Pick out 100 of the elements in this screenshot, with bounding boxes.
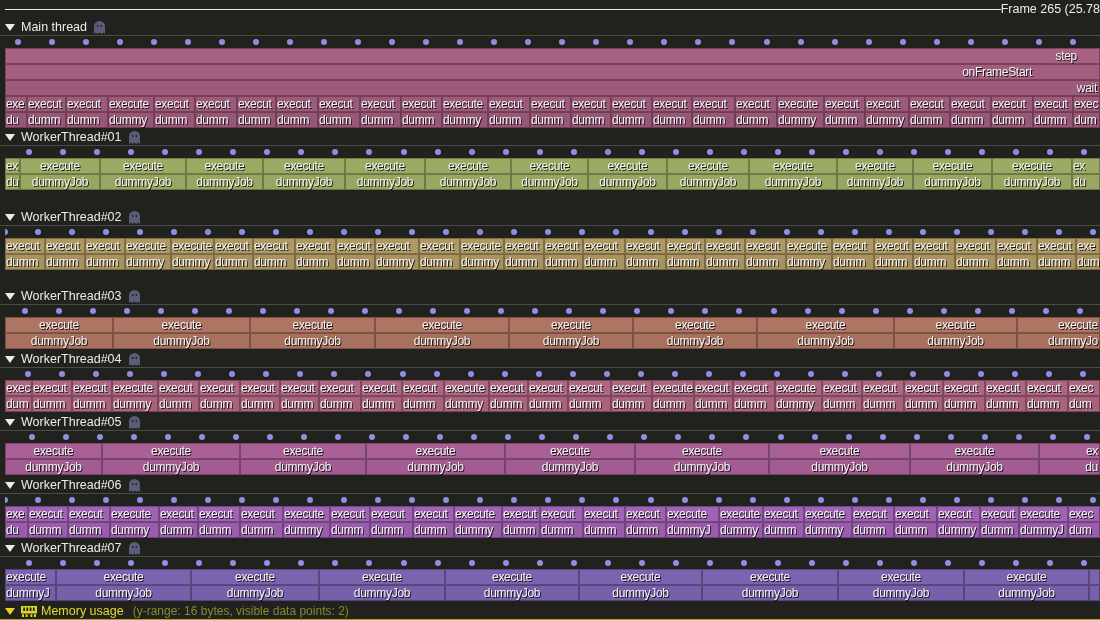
- zone-block[interactable]: execut: [583, 506, 625, 522]
- zone-block[interactable]: dummy: [375, 254, 419, 270]
- zone-block[interactable]: dumm: [336, 254, 375, 270]
- zone-block[interactable]: dumm: [295, 254, 336, 270]
- zone-block[interactable]: dummyJob: [345, 174, 425, 190]
- zone-block[interactable]: execute: [749, 158, 837, 174]
- zone-block[interactable]: execut: [361, 380, 402, 396]
- zone-block[interactable]: execut: [419, 238, 460, 254]
- zone-block[interactable]: exe: [1076, 238, 1100, 254]
- zone-block[interactable]: dummy: [804, 522, 852, 538]
- zone-block[interactable]: execut: [504, 238, 544, 254]
- zone-block[interactable]: dumm: [530, 112, 571, 128]
- zone-block[interactable]: dummyJob: [5, 459, 102, 475]
- zone-block[interactable]: dummyJob: [913, 174, 992, 190]
- zone-block[interactable]: dumm: [154, 112, 195, 128]
- zone-block[interactable]: dummy: [108, 112, 154, 128]
- zone-block[interactable]: dummy: [786, 254, 832, 270]
- caret-icon[interactable]: [5, 419, 15, 426]
- zone-block[interactable]: execut: [240, 380, 280, 396]
- zone-block[interactable]: dumm: [159, 522, 198, 538]
- zone-block[interactable]: step: [5, 48, 1100, 64]
- zone-block[interactable]: dumm: [237, 112, 276, 128]
- zone-block[interactable]: execute: [110, 506, 159, 522]
- zone-block[interactable]: execut: [199, 380, 240, 396]
- zone-block[interactable]: dummyJob: [425, 174, 511, 190]
- zone-block[interactable]: execute: [444, 380, 489, 396]
- zone-block[interactable]: execute: [345, 158, 425, 174]
- ghost-icon[interactable]: [128, 416, 140, 429]
- zone-block[interactable]: dummyJob: [511, 174, 588, 190]
- zone-block[interactable]: dummyJob: [894, 333, 1017, 349]
- zone-block[interactable]: execut: [985, 380, 1026, 396]
- zone-block[interactable]: execut: [583, 238, 625, 254]
- zone-block[interactable]: dummyJob: [186, 174, 263, 190]
- zone-block[interactable]: execute: [240, 443, 366, 459]
- zone-block[interactable]: dummyJob: [702, 585, 838, 601]
- zone-block[interactable]: execut: [295, 238, 336, 254]
- zone-block[interactable]: execut: [413, 506, 454, 522]
- zone-block[interactable]: dummyJ: [5, 585, 56, 601]
- zone-block[interactable]: execute: [5, 569, 56, 585]
- zone-block[interactable]: execute: [588, 158, 667, 174]
- zone-block[interactable]: execut: [1037, 238, 1076, 254]
- zone-block[interactable]: dumm: [544, 254, 583, 270]
- zone-block[interactable]: du: [5, 112, 27, 128]
- plot-name[interactable]: Memory usage: [41, 604, 124, 619]
- zone-block[interactable]: execute: [633, 317, 757, 333]
- zone-block[interactable]: execut: [319, 380, 361, 396]
- zone-block[interactable]: dummyJob: [992, 174, 1072, 190]
- zone-block[interactable]: execut: [666, 238, 705, 254]
- zone-block[interactable]: dumm: [733, 396, 775, 412]
- zone-block[interactable]: dumm: [852, 522, 894, 538]
- zone-block[interactable]: execut: [625, 506, 666, 522]
- zone-block[interactable]: dumm: [705, 254, 745, 270]
- zone-block[interactable]: dumm: [694, 396, 733, 412]
- zone-block[interactable]: dumm: [1037, 254, 1076, 270]
- caret-icon[interactable]: [5, 356, 15, 363]
- zone-block[interactable]: execut: [375, 238, 419, 254]
- zone-block[interactable]: execut: [822, 380, 862, 396]
- zone-block[interactable]: dumm: [611, 112, 652, 128]
- zone-block[interactable]: dummyJob: [20, 174, 100, 190]
- zone-block[interactable]: dumm: [240, 396, 280, 412]
- zone-block[interactable]: dumm: [913, 254, 955, 270]
- zone-block[interactable]: execut: [950, 96, 991, 112]
- zone-block[interactable]: dumm: [583, 254, 625, 270]
- zone-block[interactable]: execut: [528, 380, 568, 396]
- zone-block[interactable]: execute: [186, 158, 263, 174]
- zone-block[interactable]: execut: [611, 380, 652, 396]
- zone-block[interactable]: dumm: [692, 112, 735, 128]
- zone-block[interactable]: dummyJob: [366, 459, 505, 475]
- zone-block[interactable]: dummyJob: [263, 174, 345, 190]
- ghost-icon[interactable]: [128, 211, 140, 224]
- zone-block[interactable]: dumm: [198, 522, 240, 538]
- zone-block[interactable]: dumm: [413, 522, 454, 538]
- thread-name[interactable]: WorkerThread#04: [21, 352, 122, 367]
- zone-block[interactable]: dumm: [571, 112, 611, 128]
- zone-block[interactable]: execute: [263, 158, 345, 174]
- zone-block[interactable]: dumm: [504, 254, 544, 270]
- zone-block[interactable]: exe: [5, 506, 28, 522]
- ghost-icon[interactable]: [128, 131, 140, 144]
- caret-icon[interactable]: [5, 608, 15, 615]
- zone-block[interactable]: dummyJob: [588, 174, 667, 190]
- zone-block[interactable]: dumm: [1026, 396, 1068, 412]
- zone-block[interactable]: execute: [191, 569, 319, 585]
- zone-block[interactable]: execute: [775, 380, 822, 396]
- zone-block[interactable]: dumm: [28, 522, 68, 538]
- zone-block[interactable]: dumm: [874, 254, 913, 270]
- zone-block[interactable]: exec: [1068, 506, 1100, 522]
- zone-block[interactable]: dumm: [832, 254, 874, 270]
- zone-block[interactable]: dummyJob: [837, 174, 913, 190]
- zone-block[interactable]: execut: [370, 506, 413, 522]
- zone-block[interactable]: dummyJob: [769, 459, 910, 475]
- zone-block[interactable]: dumm: [214, 254, 253, 270]
- zone-block[interactable]: execute: [366, 443, 505, 459]
- zone-block[interactable]: execut: [45, 238, 85, 254]
- zone-block[interactable]: dummyJob: [445, 585, 579, 601]
- zone-block[interactable]: execut: [735, 96, 777, 112]
- zone-block[interactable]: execut: [544, 238, 583, 254]
- zone-block[interactable]: execut: [28, 506, 68, 522]
- zone-block[interactable]: execut: [253, 238, 295, 254]
- zone-block[interactable]: dummy: [125, 254, 171, 270]
- zone-block[interactable]: execute: [375, 317, 509, 333]
